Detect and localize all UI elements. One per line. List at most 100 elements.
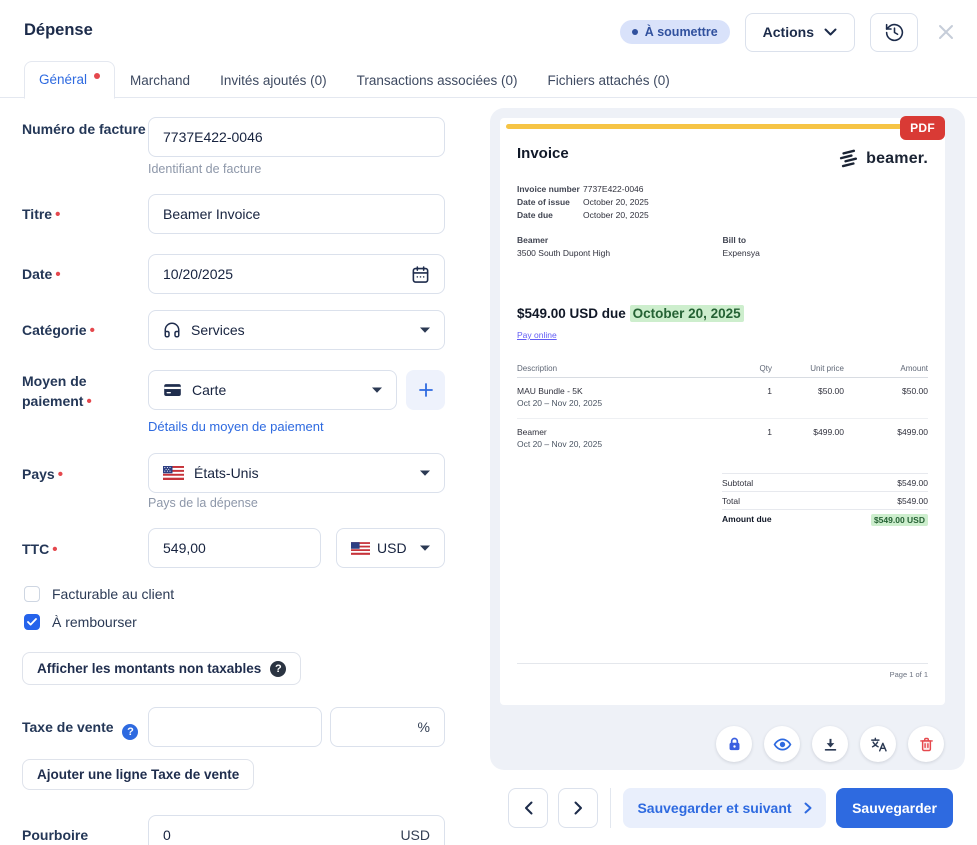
tab-general[interactable]: Général (24, 61, 115, 99)
invoice-due-line: $549.00 USD due October 20, 2025 (517, 306, 928, 321)
download-icon (822, 736, 839, 753)
invoice-meta: Invoice number7737E422-0046 Date of issu… (517, 183, 928, 222)
chevron-down-icon (420, 327, 430, 333)
history-button[interactable] (870, 13, 918, 52)
header-actions: À soumettre Actions (620, 12, 955, 52)
date-input[interactable] (148, 254, 445, 294)
billable-checkbox[interactable] (24, 586, 40, 602)
vendor-name: beamer. (866, 150, 928, 168)
unsaved-dot-icon (94, 73, 100, 79)
credit-card-icon (163, 382, 182, 398)
due-date-highlight: October 20, 2025 (630, 305, 744, 322)
amount-due-highlight: $549.00 USD (871, 514, 928, 526)
pay-online-link[interactable]: Pay online (517, 330, 557, 340)
sales-tax-amount-input[interactable] (148, 707, 322, 747)
add-tax-line-label: Ajouter une ligne Taxe de vente (37, 767, 239, 782)
table-row: MAU Bundle - 5KOct 20 – Nov 20, 2025 1 $… (517, 378, 928, 418)
title-input[interactable] (148, 194, 445, 234)
tab-invites[interactable]: Invités ajoutés (0) (205, 63, 342, 98)
close-button[interactable] (937, 23, 955, 41)
currency-select[interactable]: USD (336, 528, 445, 568)
billable-checkbox-row[interactable]: Facturable au client (24, 586, 174, 602)
add-tax-line-button[interactable]: Ajouter une ligne Taxe de vente (22, 759, 254, 790)
tab-transactions[interactable]: Transactions associées (0) (342, 63, 533, 98)
trash-icon (918, 736, 935, 753)
status-badge-label: À soumettre (645, 25, 718, 39)
tab-bar: Général Marchand Invités ajoutés (0) Tra… (24, 61, 685, 98)
payment-details-link[interactable]: Détails du moyen de paiement (148, 419, 324, 434)
date-input-field[interactable] (163, 266, 411, 282)
expense-modal: Dépense À soumettre Actions Général (0, 0, 977, 845)
tip-input[interactable]: USD (148, 815, 445, 845)
actions-button-label: Actions (763, 24, 814, 40)
eye-icon (773, 737, 792, 752)
save-and-next-label: Sauvegarder et suivant (637, 800, 791, 816)
show-nontaxable-label: Afficher les montants non taxables (37, 661, 261, 676)
show-nontaxable-button[interactable]: Afficher les montants non taxables ? (22, 652, 301, 685)
tip-label: Pourboire (22, 825, 146, 845)
page-title: Dépense (24, 21, 93, 40)
billable-checkbox-label: Facturable au client (52, 586, 174, 602)
country-helper: Pays de la dépense (148, 496, 258, 510)
payment-method-label: Moyen de paiement• (22, 371, 146, 412)
chevron-down-icon (420, 470, 430, 476)
country-select[interactable]: États-Unis (148, 453, 445, 493)
footer-divider (610, 788, 611, 828)
chevron-down-icon (824, 28, 837, 36)
category-label: Catégorie• (22, 320, 146, 341)
tip-input-field[interactable] (163, 827, 392, 843)
translate-icon (869, 735, 888, 754)
invoice-line-items: Description Qty Unit price Amount MAU Bu… (517, 364, 928, 459)
invoice-parties: Beamer 3500 South Dupont High Bill to Ex… (517, 234, 928, 260)
check-icon (27, 618, 37, 626)
sales-tax-label: Taxe de vente ? (22, 717, 152, 740)
history-icon (884, 22, 905, 43)
close-icon (937, 23, 955, 41)
category-select[interactable]: Services (148, 310, 445, 350)
invoice-number-helper: Identifiant de facture (148, 162, 261, 176)
currency-value: USD (377, 540, 407, 556)
actions-button[interactable]: Actions (745, 13, 855, 52)
amount-label: TTC• (22, 539, 146, 560)
help-icon[interactable]: ? (122, 724, 138, 740)
page-number-label: Page 1 of 1 (517, 670, 928, 679)
delete-button[interactable] (908, 726, 944, 762)
country-label: Pays• (22, 464, 146, 485)
title-label: Titre• (22, 204, 146, 225)
save-and-next-button[interactable]: Sauvegarder et suivant (623, 788, 826, 828)
previous-expense-button[interactable] (508, 788, 548, 828)
reimbursable-checkbox-row[interactable]: À rembourser (24, 614, 137, 630)
status-dot-icon (632, 29, 638, 35)
translate-button[interactable] (860, 726, 896, 762)
download-button[interactable] (812, 726, 848, 762)
preview-eye-button[interactable] (764, 726, 800, 762)
sales-tax-rate-input[interactable]: % (330, 707, 445, 747)
reimbursable-checkbox[interactable] (24, 614, 40, 630)
us-flag-icon (163, 466, 184, 480)
sales-tax-rate-field[interactable] (345, 719, 410, 735)
chevron-down-icon (420, 545, 430, 551)
chevron-left-icon (524, 801, 533, 815)
category-value: Services (191, 322, 245, 338)
chevron-down-icon (372, 387, 382, 393)
footer-action-bar: Sauvegarder et suivant Sauvegarder (508, 788, 953, 828)
country-value: États-Unis (194, 465, 259, 481)
add-payment-method-button[interactable] (406, 370, 445, 410)
help-icon[interactable]: ? (270, 661, 286, 677)
tab-marchand[interactable]: Marchand (115, 63, 205, 98)
invoice-number-input[interactable] (148, 117, 445, 157)
tab-general-label: Général (39, 72, 87, 87)
payment-method-select[interactable]: Carte (148, 370, 397, 410)
beamer-logo-icon (837, 147, 860, 170)
next-expense-button[interactable] (558, 788, 598, 828)
lock-button[interactable] (716, 726, 752, 762)
status-badge: À soumettre (620, 20, 730, 44)
calendar-icon[interactable] (411, 265, 430, 284)
required-marker: • (55, 266, 60, 283)
vendor-logo: beamer. (837, 147, 928, 170)
save-button[interactable]: Sauvegarder (836, 788, 953, 828)
amount-input[interactable] (148, 528, 321, 568)
payment-method-value: Carte (192, 382, 226, 398)
invoice-footer: Page 1 of 1 (517, 663, 928, 679)
tab-fichiers[interactable]: Fichiers attachés (0) (532, 63, 684, 98)
